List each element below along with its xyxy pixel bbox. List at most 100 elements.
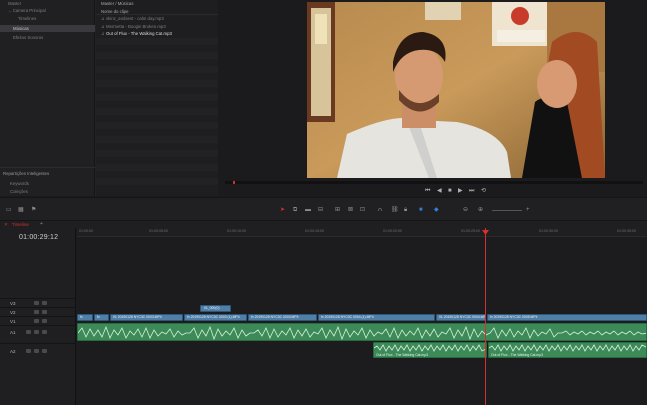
clip-row[interactable]: ♫ skinz_ambient - calm day.mp3 bbox=[96, 15, 218, 22]
skip-to-start-button[interactable]: ⏮ bbox=[425, 187, 430, 195]
lock-icon[interactable]: 🔒︎ bbox=[404, 207, 407, 213]
viewer: ⏮ ◀ ■ ▶ ⏭ ⟲ bbox=[219, 0, 647, 196]
audio-clip-a2[interactable]: Out of Flux - The Walking Cat.mp3 bbox=[488, 342, 647, 358]
track-enable-button[interactable] bbox=[42, 310, 47, 314]
ruler-label: 01:00:20:00 bbox=[383, 229, 402, 233]
link-icon[interactable]: ⛓ bbox=[391, 207, 399, 213]
empty-row bbox=[96, 94, 218, 101]
bin-efeitos-sonoros[interactable]: Efeitos Sonoros bbox=[0, 34, 95, 41]
timeline-name[interactable]: Timeline bbox=[12, 221, 29, 228]
scrub-position bbox=[233, 181, 235, 184]
layout-icon[interactable]: ▭ bbox=[6, 207, 12, 213]
video-clip[interactable]: fx 20190128 NYC3C 0003.MP4 bbox=[248, 314, 317, 321]
timeline-timecode[interactable]: 01:00:29:12 bbox=[19, 234, 58, 241]
empty-row bbox=[96, 150, 218, 157]
clip-row[interactable]: ♫ Out of Flux - The Walking Cat.mp3 bbox=[96, 30, 218, 37]
video-clip[interactable]: fx 20190128 NYC3C 0004 (1).MP4 bbox=[318, 314, 435, 321]
zoom-slider[interactable] bbox=[492, 210, 522, 211]
marker-icon[interactable]: ◆ bbox=[434, 207, 439, 213]
skip-to-end-button[interactable]: ⏭ bbox=[469, 187, 474, 195]
ruler-label: 01:00:05:00 bbox=[149, 229, 168, 233]
clip-name: skinz_ambient - calm day.mp3 bbox=[106, 16, 164, 21]
close-icon[interactable]: ✕ bbox=[4, 221, 8, 228]
ruler-label: 01:00:15:00 bbox=[305, 229, 324, 233]
audio-clip-label: Out of Flux - The Walking Cat.mp3 bbox=[376, 353, 429, 357]
track-lock-button[interactable] bbox=[34, 319, 39, 323]
track-solo-button[interactable] bbox=[34, 349, 39, 353]
track-enable-button[interactable] bbox=[42, 319, 47, 323]
flag-icon[interactable]: ■ bbox=[419, 207, 423, 213]
replace-icon[interactable]: ⊡ bbox=[360, 207, 365, 213]
loop-button[interactable]: ⟲ bbox=[481, 187, 486, 195]
overwrite-icon[interactable]: ⊠ bbox=[348, 207, 353, 213]
selection-tool-icon[interactable]: ➤ bbox=[280, 207, 285, 213]
ruler-label: 01:00:25:00 bbox=[461, 229, 480, 233]
track-lock-button[interactable] bbox=[34, 310, 39, 314]
audio-clip-a1[interactable] bbox=[77, 323, 647, 341]
track-label: A1 bbox=[10, 330, 16, 335]
play-reverse-button[interactable]: ◀ bbox=[437, 187, 442, 195]
insert-icon[interactable]: ⊞ bbox=[335, 207, 340, 213]
bin-camera-principal[interactable]: ⌄ Camera Principal bbox=[0, 7, 95, 14]
track-enable-button[interactable] bbox=[42, 301, 47, 305]
smart-bins-title: Repartições Inteligentes bbox=[3, 171, 50, 176]
timeline-ruler[interactable]: 01:00:00 01:00:05:00 01:00:10:00 01:00:1… bbox=[77, 228, 647, 237]
video-clip[interactable]: 01 20190128 NYC3C 0004.MP4 bbox=[436, 314, 486, 321]
track-header-a2[interactable]: A2 bbox=[0, 343, 76, 363]
zoom-full-icon[interactable]: + bbox=[526, 207, 530, 213]
video-frame[interactable] bbox=[307, 2, 605, 178]
ruler-label: 01:00:30:00 bbox=[539, 229, 558, 233]
zoom-out-icon[interactable]: ⊖ bbox=[463, 207, 468, 213]
tracks-area[interactable]: fx fx 01 20190128 NYC3C 0003.MP4 fx 2019… bbox=[77, 237, 647, 405]
trim-tool-icon[interactable]: ⧉ bbox=[293, 207, 297, 213]
column-header-clip-name[interactable]: Nome do clipe bbox=[96, 8, 218, 15]
track-lock-button[interactable] bbox=[34, 301, 39, 305]
clip-row[interactable]: ♫ Mermetta - Boogie Broken.mp3 bbox=[96, 23, 218, 30]
video-clip[interactable]: fx bbox=[77, 314, 93, 321]
bin-master[interactable]: Master bbox=[0, 0, 95, 7]
zoom-in-icon[interactable]: ⊕ bbox=[478, 207, 483, 213]
track-solo-button[interactable] bbox=[34, 330, 39, 334]
ruler-label: 01:00:00 bbox=[79, 229, 93, 233]
track-mute-button[interactable] bbox=[42, 330, 47, 334]
tag-icon[interactable]: ⚑ bbox=[31, 207, 36, 213]
clip-name: Mermetta - Boogie Broken.mp3 bbox=[106, 24, 166, 29]
track-lock-button[interactable] bbox=[26, 330, 31, 334]
stop-button[interactable]: ■ bbox=[448, 187, 452, 195]
bin-label: Efeitos Sonoros bbox=[13, 35, 44, 40]
smart-bin-keywords[interactable]: Keywords bbox=[0, 180, 95, 187]
bin-timelines[interactable]: Timelines bbox=[0, 15, 95, 22]
viewer-scrub-bar[interactable] bbox=[225, 181, 643, 184]
play-button[interactable]: ▶ bbox=[458, 187, 463, 195]
dynamic-trim-icon[interactable]: ⊟ bbox=[318, 207, 323, 213]
edit-toolbar: ▭ ▦ ⚑ ➤ ⧉ ▬ ⊟ ⊞ ⊠ ⊡ ∩ ⛓ 🔒︎ ■ ◆ ⊖ ⊕ + bbox=[0, 197, 647, 221]
video-clip[interactable]: fx 20190128 NYC3C 0005.MP4 bbox=[487, 314, 647, 321]
bin-musicas[interactable]: Músicas bbox=[0, 25, 95, 32]
bin-label: Master bbox=[8, 1, 22, 6]
playhead[interactable] bbox=[485, 228, 486, 405]
video-clip[interactable]: fx bbox=[94, 314, 109, 321]
track-header-v2[interactable]: V2 bbox=[0, 307, 76, 316]
track-header-v3[interactable]: V3 bbox=[0, 298, 76, 307]
track-header-a1[interactable]: A1 bbox=[0, 325, 76, 343]
empty-row bbox=[96, 80, 218, 87]
track-label: A2 bbox=[10, 349, 16, 354]
timeline: ✕ Timeline + 01:00:29:12 V3 V2 V1 A1 A2 bbox=[0, 221, 647, 405]
audio-clip-label: Out of Flux - The Walking Cat.mp3 bbox=[491, 353, 544, 357]
snapping-icon[interactable]: ∩ bbox=[378, 207, 382, 213]
track-header-v1[interactable]: V1 bbox=[0, 316, 76, 325]
audio-clip-a2[interactable]: Out of Flux - The Walking Cat.mp3 bbox=[373, 342, 487, 358]
blade-tool-icon[interactable]: ▬ bbox=[305, 207, 311, 213]
bin-label: Músicas bbox=[13, 26, 29, 31]
video-clip[interactable]: 01 20190128 NYC3C 0003.MP4 bbox=[110, 314, 183, 321]
track-lock-button[interactable] bbox=[26, 349, 31, 353]
track-mute-button[interactable] bbox=[42, 349, 47, 353]
video-clip[interactable]: fx 20190128 NYC3C 0003 (1).MP4 bbox=[184, 314, 247, 321]
clip-list: Master / Músicas Nome do clipe ♫ skinz_am… bbox=[96, 0, 218, 196]
grid-icon[interactable]: ▦ bbox=[18, 207, 24, 213]
media-pool: Master ⌄ Camera Principal Timelines Músi… bbox=[0, 0, 218, 196]
bin-label: Timelines bbox=[18, 16, 37, 21]
clip-marker[interactable]: 01_000(0) bbox=[200, 305, 231, 312]
smart-bin-colecoes[interactable]: Coleções bbox=[0, 188, 95, 195]
add-tab-icon[interactable]: + bbox=[40, 221, 43, 228]
